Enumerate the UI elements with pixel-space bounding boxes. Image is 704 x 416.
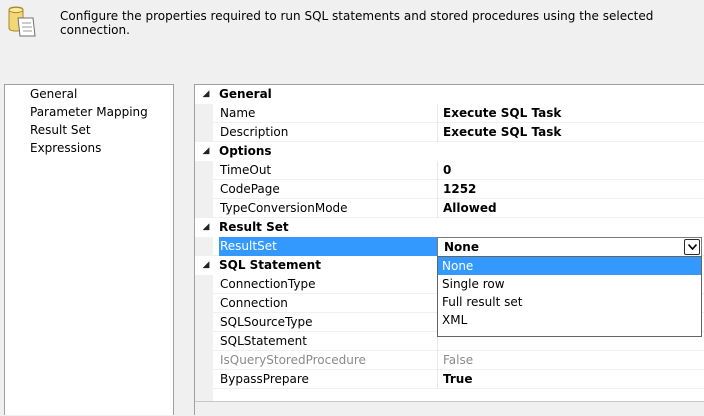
column-splitter	[437, 104, 438, 123]
collapse-general-icon[interactable]: ◢	[201, 85, 211, 104]
page-list: General Parameter Mapping Result Set Exp…	[4, 84, 174, 415]
property-value[interactable]: 0	[443, 161, 704, 180]
property-value[interactable]: 1252	[443, 180, 704, 199]
property-row-bypass-prepare[interactable]: BypassPrepare True	[195, 370, 704, 389]
option-none[interactable]: None	[438, 257, 701, 275]
column-splitter	[437, 351, 438, 370]
property-label: SQLSourceType	[220, 315, 313, 329]
property-row-name[interactable]: Name Execute SQL Task	[195, 104, 704, 123]
nav-item-result-set[interactable]: Result Set	[30, 121, 91, 139]
nav-item-general[interactable]: General	[30, 85, 77, 103]
property-label: ConnectionType	[220, 277, 316, 291]
sql-task-icon	[6, 6, 36, 38]
result-set-combo-value: None	[444, 240, 479, 254]
property-row-description[interactable]: Description Execute SQL Task	[195, 123, 704, 142]
header-description: Configure the properties required to run…	[60, 9, 654, 37]
property-label: Name	[220, 106, 256, 120]
collapse-options-icon[interactable]: ◢	[201, 142, 211, 161]
property-value[interactable]: Allowed	[443, 199, 704, 218]
grid-description-separator	[195, 401, 704, 416]
result-set-combo[interactable]: None	[437, 237, 702, 257]
option-single-row[interactable]: Single row	[438, 275, 701, 293]
option-full-result-set[interactable]: Full result set	[438, 293, 701, 311]
column-splitter	[437, 199, 438, 218]
column-splitter	[437, 161, 438, 180]
property-label: Description	[220, 125, 289, 139]
collapse-sql-statement-icon[interactable]: ◢	[201, 256, 211, 275]
column-splitter	[437, 180, 438, 199]
property-value[interactable]: True	[443, 370, 704, 389]
property-row-timeout[interactable]: TimeOut 0	[195, 161, 704, 180]
property-row-is-query-stored-procedure[interactable]: IsQueryStoredProcedure False	[195, 351, 704, 370]
result-set-dropdown-list[interactable]: None Single row Full result set XML	[437, 256, 702, 337]
property-label: BypassPrepare	[220, 372, 309, 386]
category-label: General	[219, 87, 272, 101]
property-label: IsQueryStoredProcedure	[220, 353, 366, 367]
nav-item-parameter-mapping[interactable]: Parameter Mapping	[30, 103, 148, 121]
property-row-codepage[interactable]: CodePage 1252	[195, 180, 704, 199]
property-grid: ◢ General Name Execute SQL Task Descript…	[194, 84, 704, 416]
property-label: ResultSet	[219, 237, 438, 256]
property-label: Connection	[220, 296, 288, 310]
column-splitter	[437, 123, 438, 142]
property-value[interactable]: Execute SQL Task	[443, 104, 704, 123]
category-label: Options	[219, 144, 272, 158]
property-label: TypeConversionMode	[220, 201, 348, 215]
column-splitter	[437, 370, 438, 389]
category-result-set[interactable]: ◢ Result Set	[195, 218, 704, 237]
property-row-type-conversion-mode[interactable]: TypeConversionMode Allowed	[195, 199, 704, 218]
property-label: SQLStatement	[220, 334, 307, 348]
property-label: TimeOut	[220, 163, 272, 177]
property-value[interactable]: Execute SQL Task	[443, 123, 704, 142]
chevron-down-icon	[687, 244, 697, 250]
collapse-result-set-icon[interactable]: ◢	[201, 218, 211, 237]
option-xml[interactable]: XML	[438, 311, 701, 329]
property-label: CodePage	[220, 182, 280, 196]
category-label: SQL Statement	[219, 258, 321, 272]
category-general[interactable]: ◢ General	[195, 85, 704, 104]
dropdown-arrow-button[interactable]	[684, 239, 700, 255]
category-options[interactable]: ◢ Options	[195, 142, 704, 161]
nav-item-expressions[interactable]: Expressions	[30, 139, 101, 157]
category-label: Result Set	[219, 220, 289, 234]
property-value: False	[443, 353, 474, 367]
